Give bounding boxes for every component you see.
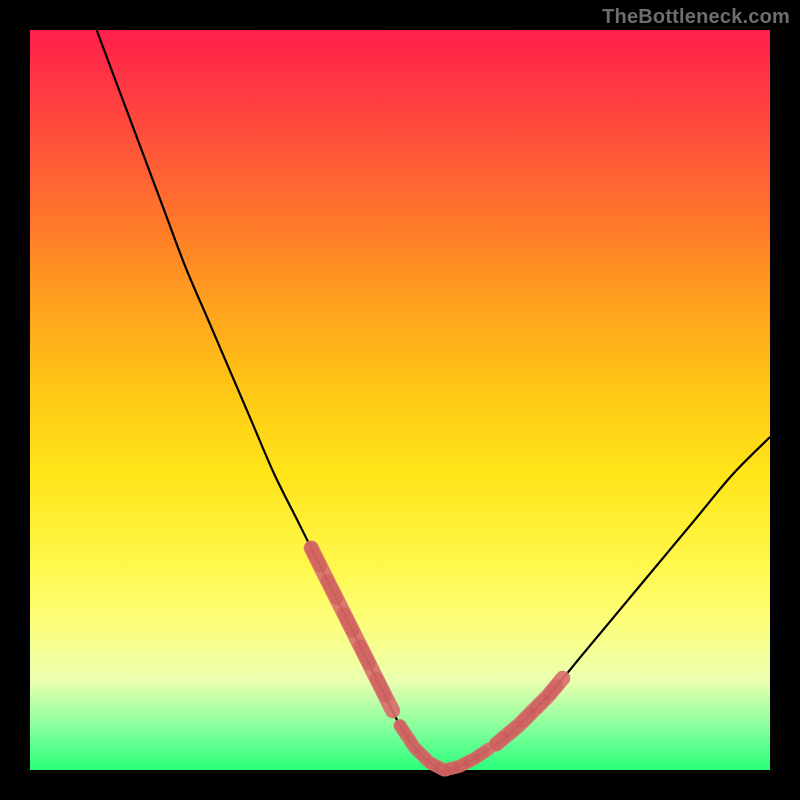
right-cluster-bead [549, 685, 556, 694]
bottom-cluster-bead [479, 752, 484, 756]
bottom-cluster-bead [400, 726, 405, 734]
right-cluster-bead [536, 701, 543, 708]
bottom-cluster-bead [459, 764, 464, 767]
left-cluster-bead [360, 646, 369, 664]
bottom-cluster-bead [410, 740, 415, 748]
left-cluster-bead [376, 678, 385, 696]
chart-svg [30, 30, 770, 770]
left-cluster-bead [327, 581, 336, 599]
highlight-layer [311, 548, 563, 770]
left-cluster-bead [344, 613, 353, 631]
bottom-cluster-bead [469, 759, 474, 762]
right-cluster-bead [523, 714, 530, 721]
right-cluster-bead [496, 738, 503, 744]
right-cluster-bead [510, 727, 517, 733]
bottleneck-curve [97, 30, 770, 770]
bottom-cluster-bead [420, 753, 425, 758]
plot-area [30, 30, 770, 770]
watermark-text: TheBottleneck.com [602, 6, 790, 29]
bottom-cluster-bead [430, 763, 435, 766]
chart-frame: TheBottleneck.com [0, 0, 800, 800]
left-cluster-bead [311, 548, 320, 566]
